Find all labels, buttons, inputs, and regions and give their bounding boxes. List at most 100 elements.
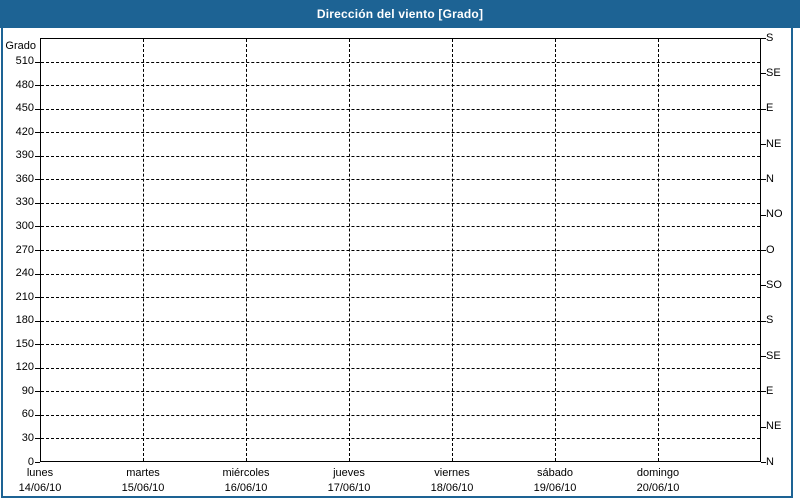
y-axis-tick — [35, 321, 40, 322]
gridline-horizontal — [41, 226, 760, 227]
compass-tick-label: NO — [766, 208, 800, 221]
x-axis-day-label: jueves17/06/10 — [297, 466, 401, 496]
compass-tick-label: N — [766, 456, 800, 469]
weekday-label: sábado — [503, 466, 607, 481]
weekday-label: lunes — [0, 466, 92, 481]
x-axis-day-label: lunes14/06/10 — [0, 466, 92, 496]
plot-area — [40, 38, 761, 462]
compass-tick-label: SE — [766, 350, 800, 363]
y-axis-tick — [35, 226, 40, 227]
y-axis-tick — [35, 203, 40, 204]
y-axis-tick-label: 180 — [0, 314, 34, 327]
compass-axis-tick — [761, 179, 766, 180]
gridline-horizontal — [41, 203, 760, 204]
compass-tick-label: S — [766, 32, 800, 45]
frame-border-left — [1, 28, 3, 498]
gridline-vertical — [246, 39, 247, 461]
y-axis-tick-label: 210 — [0, 291, 34, 304]
gridline-vertical — [555, 39, 556, 461]
y-axis-unit-label: Grado — [0, 40, 36, 52]
gridline-horizontal — [41, 250, 760, 251]
chart-title-bar: Dirección del viento [Grado] — [0, 0, 800, 28]
compass-axis-tick — [761, 144, 766, 145]
gridline-vertical — [452, 39, 453, 461]
date-label: 14/06/10 — [0, 481, 92, 496]
y-axis-tick — [35, 62, 40, 63]
date-label: 16/06/10 — [194, 481, 298, 496]
gridline-horizontal — [41, 415, 760, 416]
y-axis-tick-label: 60 — [0, 408, 34, 421]
compass-tick-label: S — [766, 314, 800, 327]
y-axis-tick-label: 150 — [0, 338, 34, 351]
gridline-horizontal — [41, 438, 760, 439]
compass-axis-tick — [761, 215, 766, 216]
y-axis-tick-label: 90 — [0, 385, 34, 398]
gridline-horizontal — [41, 344, 760, 345]
gridline-horizontal — [41, 85, 760, 86]
gridline-horizontal — [41, 368, 760, 369]
y-axis-tick — [35, 438, 40, 439]
y-axis-tick-label: 450 — [0, 102, 34, 115]
weekday-label: martes — [91, 466, 195, 481]
weekday-label: domingo — [606, 466, 710, 481]
gridline-horizontal — [41, 156, 760, 157]
date-label: 19/06/10 — [503, 481, 607, 496]
compass-axis-tick — [761, 285, 766, 286]
y-axis-tick-label: 330 — [0, 196, 34, 209]
date-label: 20/06/10 — [606, 481, 710, 496]
y-axis-tick — [35, 109, 40, 110]
compass-tick-label: E — [766, 102, 800, 115]
compass-tick-label: E — [766, 385, 800, 398]
compass-axis-tick — [761, 321, 766, 322]
y-axis-tick — [35, 462, 40, 463]
compass-tick-label: O — [766, 244, 800, 257]
y-axis-tick — [35, 391, 40, 392]
compass-axis-tick — [761, 73, 766, 74]
compass-axis-tick — [761, 427, 766, 428]
gridline-vertical — [143, 39, 144, 461]
compass-tick-label: NE — [766, 420, 800, 433]
compass-axis-tick — [761, 462, 766, 463]
gridline-horizontal — [41, 62, 760, 63]
date-label: 15/06/10 — [91, 481, 195, 496]
y-axis-tick — [35, 344, 40, 345]
y-axis-tick-label: 510 — [0, 55, 34, 68]
x-axis-day-label: miércoles16/06/10 — [194, 466, 298, 496]
y-axis-tick — [35, 132, 40, 133]
x-axis-day-label: domingo20/06/10 — [606, 466, 710, 496]
compass-axis-tick — [761, 391, 766, 392]
gridline-horizontal — [41, 297, 760, 298]
gridline-horizontal — [41, 274, 760, 275]
y-axis-tick-label: 420 — [0, 126, 34, 139]
y-axis-tick — [35, 297, 40, 298]
compass-tick-label: SE — [766, 67, 800, 80]
y-axis-tick-label: 480 — [0, 79, 34, 92]
gridline-vertical — [349, 39, 350, 461]
y-axis-tick — [35, 274, 40, 275]
x-axis-day-label: viernes18/06/10 — [400, 466, 504, 496]
gridline-horizontal — [41, 391, 760, 392]
y-axis-tick-label: 30 — [0, 432, 34, 445]
gridline-horizontal — [41, 179, 760, 180]
date-label: 17/06/10 — [297, 481, 401, 496]
compass-axis-tick — [761, 250, 766, 251]
compass-axis-tick — [761, 38, 766, 39]
y-axis-tick — [35, 85, 40, 86]
y-axis-tick-label: 300 — [0, 220, 34, 233]
x-axis-day-label: sábado19/06/10 — [503, 466, 607, 496]
y-axis-tick — [35, 368, 40, 369]
y-axis-tick-label: 390 — [0, 149, 34, 162]
y-axis-tick — [35, 250, 40, 251]
compass-axis-tick — [761, 109, 766, 110]
gridline-horizontal — [41, 109, 760, 110]
x-axis-day-label: martes15/06/10 — [91, 466, 195, 496]
y-axis-tick — [35, 415, 40, 416]
y-axis-tick — [35, 179, 40, 180]
frame-border-bottom — [1, 496, 793, 498]
chart-window: Dirección del viento [Grado] Grado 03060… — [0, 0, 800, 500]
y-axis-tick-label: 240 — [0, 267, 34, 280]
gridline-vertical — [658, 39, 659, 461]
y-axis-tick — [35, 156, 40, 157]
weekday-label: miércoles — [194, 466, 298, 481]
compass-tick-label: N — [766, 173, 800, 186]
